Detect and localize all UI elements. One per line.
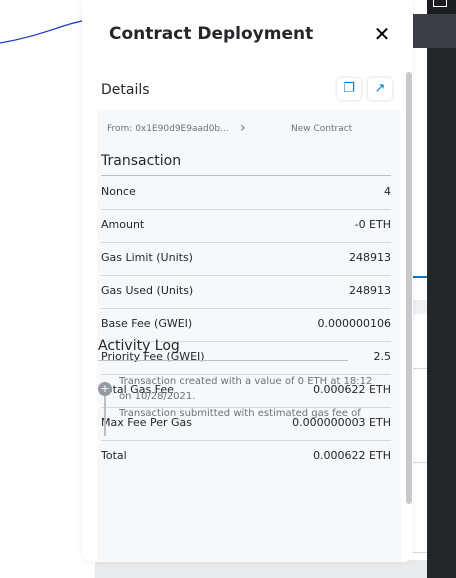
modal-title: Contract Deployment	[109, 24, 314, 44]
background-footer	[95, 560, 427, 578]
background-divider	[412, 368, 427, 369]
plus-icon: +	[98, 382, 112, 396]
background-window-icon	[433, 0, 447, 7]
row-label: Total	[101, 449, 127, 462]
table-row: Total 0.000622 ETH	[101, 440, 391, 473]
row-label: Nonce	[101, 185, 136, 198]
details-heading: Details	[101, 82, 150, 98]
background-row	[412, 300, 427, 314]
close-icon[interactable]: ✕	[372, 24, 392, 44]
sender-recipient: From: 0x1E90d9E9aad0b... › New Contract	[97, 110, 401, 148]
transaction-heading: Transaction	[101, 153, 182, 169]
table-row: Nonce 4	[101, 176, 391, 210]
activity-entry: Transaction created with a value of 0 ET…	[119, 376, 373, 402]
copy-icon[interactable]: ❐	[337, 78, 361, 100]
transaction-details-modal: Contract Deployment ✕ Details ❐ ↗ From: …	[82, 0, 413, 562]
to-address: New Contract	[291, 124, 353, 134]
transaction-section: Transaction Nonce 4 Amount -0 ETH Gas Li…	[97, 148, 401, 562]
divider	[98, 360, 348, 361]
table-row: Gas Limit (Units) 248913	[101, 242, 391, 276]
external-link-icon[interactable]: ↗	[368, 78, 392, 100]
timeline-line	[104, 396, 106, 436]
background-sidebar	[427, 0, 456, 578]
from-address[interactable]: From: 0x1E90d9E9aad0b...	[107, 124, 237, 134]
table-row: Base Fee (GWEI) 0.000000106	[101, 308, 391, 342]
background-header-band	[412, 14, 456, 48]
row-value: 248913	[349, 284, 391, 297]
row-value: -0 ETH	[354, 218, 391, 231]
row-value: 2.5	[373, 350, 392, 363]
table-row: Gas Used (Units) 248913	[101, 275, 391, 309]
background-divider	[412, 552, 427, 553]
row-label: Gas Limit (Units)	[101, 251, 193, 264]
row-value: 0.000622 ETH	[313, 449, 391, 462]
row-label: Gas Used (Units)	[101, 284, 194, 297]
row-label: Base Fee (GWEI)	[101, 317, 193, 330]
row-value: 0.000000106	[317, 317, 391, 330]
row-value: 4	[384, 185, 391, 198]
row-label: Amount	[101, 218, 145, 231]
table-row: Amount -0 ETH	[101, 209, 391, 243]
chevron-right-icon: ›	[240, 120, 246, 136]
row-value: 248913	[349, 251, 391, 264]
activity-log-heading: Activity Log	[98, 338, 180, 354]
scrollbar-thumb[interactable]	[406, 72, 412, 504]
background-accent-line	[412, 276, 427, 278]
background-divider	[412, 462, 427, 463]
activity-entry: Transaction submitted with estimated gas…	[119, 408, 361, 419]
